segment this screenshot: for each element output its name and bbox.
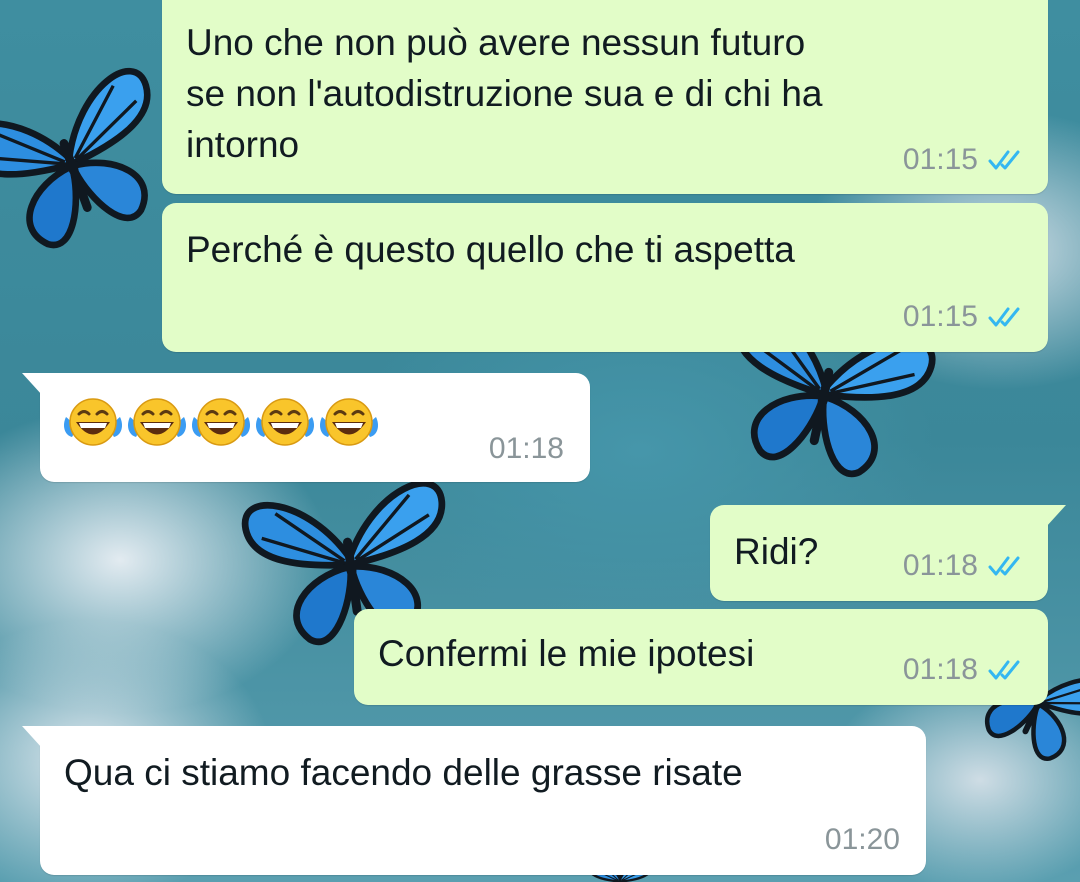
face-with-tears-of-joy-icon — [190, 395, 252, 449]
message-text: Perché è questo quello che ti aspetta — [186, 229, 795, 270]
message-text: Qua ci stiamo facendo delle grasse risat… — [64, 752, 743, 793]
message-meta: 01:18 — [489, 432, 564, 466]
double-check-read-icon — [988, 554, 1026, 578]
face-with-tears-of-joy-icon — [254, 395, 316, 449]
message-time: 01:15 — [902, 300, 978, 333]
message-text: Uno che non può avere nessun futuro se n… — [186, 22, 823, 165]
double-check-read-icon — [988, 658, 1026, 682]
message-time: 01:18 — [902, 653, 978, 686]
message-time: 01:18 — [902, 549, 978, 582]
message-bubble-outgoing[interactable]: Confermi le mie ipotesi 01:18 — [354, 609, 1048, 705]
message-bubble-outgoing[interactable]: Uno che non può avere nessun futuro se n… — [162, 0, 1048, 194]
message-text: Confermi le mie ipotesi — [378, 633, 755, 674]
message-meta: 01:20 — [825, 823, 900, 857]
message-time: 01:15 — [902, 143, 978, 176]
double-check-read-icon — [988, 148, 1026, 172]
face-with-tears-of-joy-icon — [62, 395, 124, 449]
emoji-row — [62, 395, 380, 449]
message-bubble-outgoing[interactable]: Ridi? 01:18 — [710, 505, 1066, 601]
face-with-tears-of-joy-icon — [318, 395, 380, 449]
message-meta: 01:15 — [903, 300, 1026, 334]
face-with-tears-of-joy-icon — [126, 395, 188, 449]
message-time: 01:18 — [488, 432, 564, 465]
message-text: Ridi? — [734, 531, 819, 572]
message-meta: 01:15 — [903, 143, 1026, 177]
message-meta: 01:18 — [903, 549, 1026, 583]
message-bubble-incoming[interactable]: 01:18 — [22, 373, 590, 482]
message-bubble-incoming[interactable]: Qua ci stiamo facendo delle grasse risat… — [22, 726, 926, 875]
message-meta: 01:18 — [903, 653, 1026, 687]
double-check-read-icon — [988, 305, 1026, 329]
message-time: 01:20 — [824, 823, 900, 856]
message-bubble-outgoing[interactable]: Perché è questo quello che ti aspetta 01… — [162, 203, 1048, 352]
